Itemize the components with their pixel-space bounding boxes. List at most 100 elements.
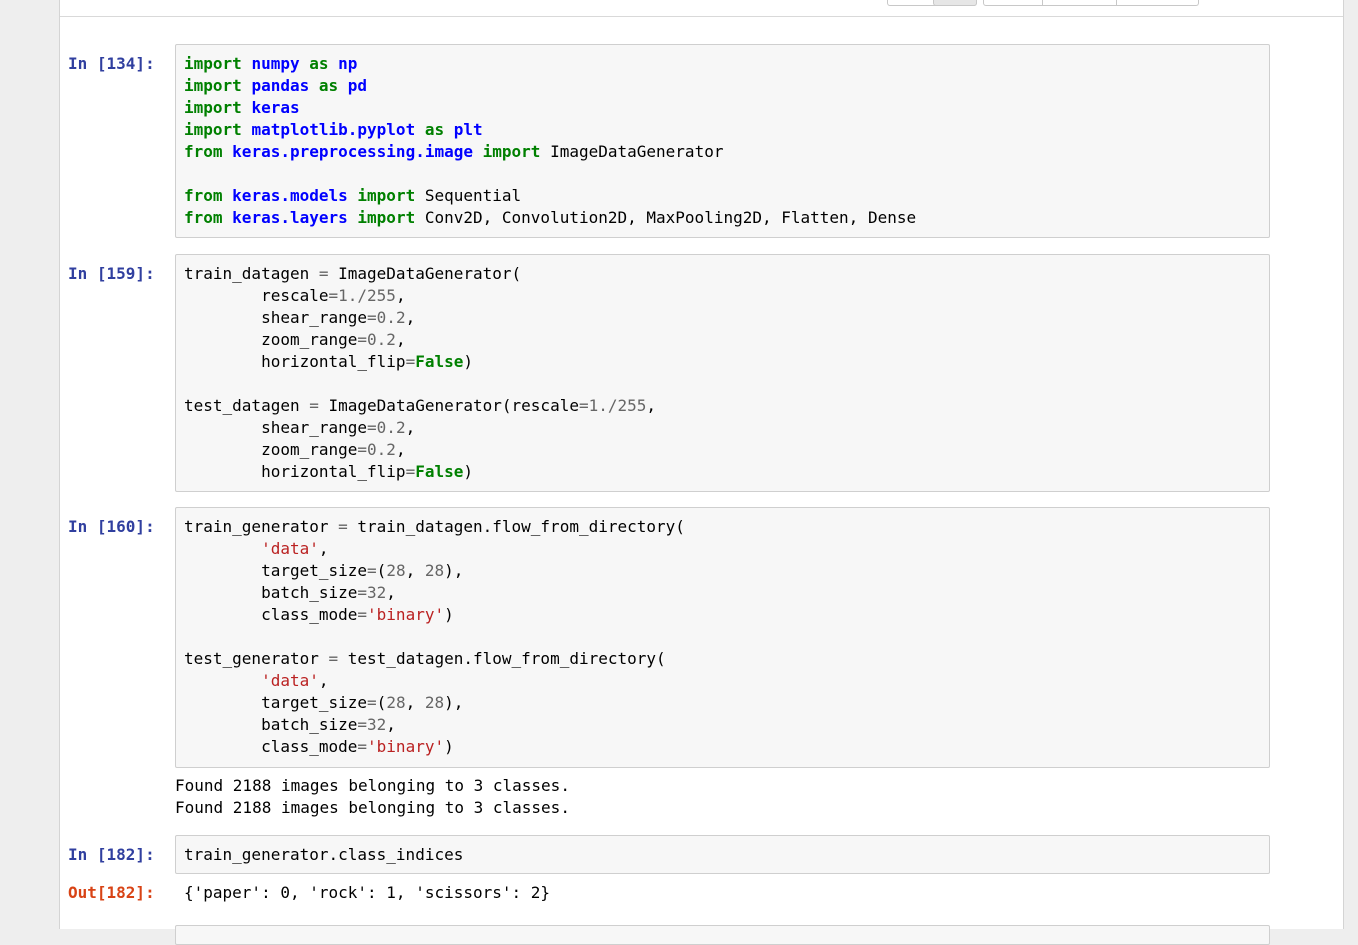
keyword-token: as (318, 76, 339, 95)
code-token: , (405, 308, 416, 327)
code-editor[interactable]: train_generator.class_indices (184, 844, 1261, 866)
keyword-token: as (424, 120, 445, 139)
toolbar-button-group-left[interactable] (887, 0, 977, 6)
namespace-token: pandas (251, 76, 310, 95)
code-token: ) (444, 605, 454, 624)
code-line: train_datagen = ImageDataGenerator( (184, 263, 1261, 285)
code-token: , (405, 561, 425, 580)
code-token: ImageDataGenerator( (328, 264, 522, 283)
code-token: shear_range (184, 308, 368, 327)
operator-token: = (309, 396, 319, 415)
execute-result: {'paper': 0, 'rock': 1, 'scissors': 2} (184, 883, 551, 902)
keyword-token: False (415, 352, 464, 371)
code-input-area[interactable]: import numpy as np import pandas as pd imp… (175, 44, 1270, 238)
code-input-area[interactable]: train_datagen = ImageDataGenerator( resc… (175, 254, 1270, 492)
code-line: import numpy as np (184, 53, 1261, 75)
code-line: shear_range=0.2, (184, 307, 1261, 329)
namespace-token: keras.models (232, 186, 348, 205)
code-line: train_generator = train_datagen.flow_fro… (184, 516, 1261, 538)
number-token: 0.2 (367, 330, 396, 349)
code-line: target_size=(28, 28), (184, 560, 1261, 582)
code-line: class_mode='binary') (184, 736, 1261, 758)
number-token: 32 (367, 715, 387, 734)
keyword-token: from (184, 142, 223, 161)
next-cell-input-area[interactable] (175, 925, 1270, 945)
code-token: zoom_range (184, 330, 358, 349)
namespace-token: plt (453, 120, 483, 139)
code-line: import matplotlib.pyplot as plt (184, 119, 1261, 141)
code-editor[interactable]: import numpy as np import pandas as pd imp… (184, 53, 1261, 229)
namespace-token: keras.layers (232, 208, 348, 227)
code-line: shear_range=0.2, (184, 417, 1261, 439)
keyword-token: import (184, 98, 242, 117)
code-token: ( (376, 693, 387, 712)
code-token: , (395, 440, 406, 459)
code-line: horizontal_flip=False) (184, 461, 1261, 483)
operator-token: = (367, 693, 377, 712)
code-input-area[interactable]: train_generator.class_indices (175, 835, 1270, 874)
string-token: 'data' (261, 539, 319, 558)
notebook-container: In [134]: import numpy as np import panda… (59, 0, 1344, 945)
code-token: shear_range (184, 418, 368, 437)
toolbar-divider (1116, 0, 1117, 5)
string-token: 'data' (261, 671, 319, 690)
toolbar-divider (1042, 0, 1043, 5)
code-editor[interactable]: train_generator = train_datagen.flow_fro… (184, 516, 1261, 758)
operator-token: = (318, 264, 329, 283)
code-token: , (405, 693, 425, 712)
code-input-area[interactable]: train_generator = train_datagen.flow_fro… (175, 507, 1270, 768)
toolbar-button-active[interactable] (933, 0, 977, 6)
code-line: from keras.models import Sequential (184, 185, 1261, 207)
code-line: import pandas as pd (184, 75, 1261, 97)
number-token: 1./255 (338, 286, 396, 305)
keyword-token: import (357, 208, 416, 227)
code-token: , (646, 396, 657, 415)
code-token: train_datagen.flow_from_directory( (347, 517, 685, 536)
number-token: 28 (386, 693, 406, 712)
code-token: batch_size (184, 715, 358, 734)
number-token: 32 (367, 583, 387, 602)
string-token: 'binary' (367, 605, 445, 624)
keyword-token: from (184, 186, 223, 205)
string-token: 'binary' (367, 737, 445, 756)
code-token: test_datagen.flow_from_directory( (338, 649, 666, 668)
code-line: from keras.preprocessing.image import Im… (184, 141, 1261, 163)
number-token: 1./255 (588, 396, 647, 415)
code-line: rescale=1./255, (184, 285, 1261, 307)
code-token: train_generator (184, 517, 339, 536)
code-line: zoom_range=0.2, (184, 329, 1261, 351)
toolbar-button-group-right[interactable] (983, 0, 1199, 6)
code-token: , (318, 539, 329, 558)
operator-token: = (357, 330, 368, 349)
operator-token: = (357, 605, 368, 624)
code-token: Sequential (415, 186, 522, 205)
operator-token: = (405, 352, 416, 371)
input-prompt: In [134]: (68, 54, 155, 73)
code-token: train_generator.class_indices (184, 845, 464, 864)
operator-token: = (328, 649, 339, 668)
stream-output: Found 2188 images belonging to 3 classes… (175, 776, 570, 817)
code-token: target_size (184, 561, 368, 580)
code-token: , (318, 671, 329, 690)
input-prompt: In [160]: (68, 517, 155, 536)
number-token: 28 (424, 561, 445, 580)
code-line: zoom_range=0.2, (184, 439, 1261, 461)
code-token: , (395, 330, 406, 349)
code-editor[interactable]: train_datagen = ImageDataGenerator( resc… (184, 263, 1261, 483)
code-token: , (395, 286, 406, 305)
code-token: class_mode (184, 605, 358, 624)
code-token: ) (463, 462, 474, 481)
